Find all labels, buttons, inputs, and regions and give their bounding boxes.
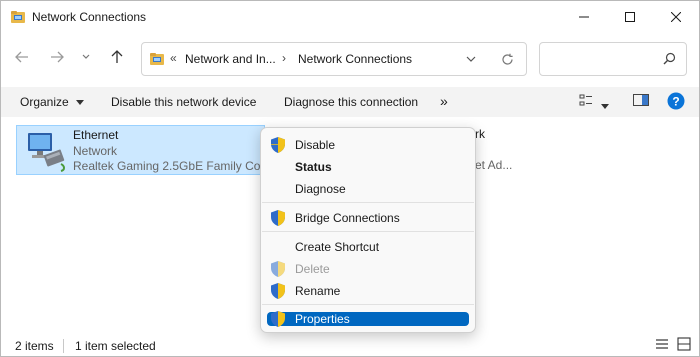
status-selection: 1 item selected bbox=[75, 339, 156, 353]
menu-item-label: Create Shortcut bbox=[295, 240, 380, 254]
menu-item-label: Delete bbox=[295, 262, 330, 276]
help-icon: ? bbox=[667, 92, 685, 110]
chevron-down-icon bbox=[82, 54, 90, 59]
close-icon bbox=[671, 12, 681, 22]
connection-device: Realtek Gaming 2.5GbE Family Co... bbox=[73, 159, 271, 173]
refresh-icon bbox=[501, 53, 513, 65]
forward-button[interactable] bbox=[45, 45, 69, 69]
menu-separator bbox=[262, 304, 474, 305]
address-dropdown-button[interactable] bbox=[462, 50, 480, 68]
breadcrumb-separator[interactable]: › bbox=[282, 51, 286, 65]
refresh-button[interactable] bbox=[498, 50, 516, 68]
minimize-icon bbox=[579, 16, 589, 18]
more-commands-button[interactable]: » bbox=[440, 93, 448, 109]
uac-shield-icon bbox=[271, 311, 285, 327]
help-button[interactable]: ? bbox=[667, 92, 685, 113]
connection-name: Ethernet bbox=[73, 128, 119, 142]
search-box[interactable] bbox=[539, 42, 687, 76]
breadcrumb-item[interactable]: Network and In... bbox=[185, 52, 276, 66]
menu-item-properties[interactable]: Properties bbox=[267, 311, 469, 327]
explorer-window: Network Connections « Network and In... … bbox=[0, 0, 700, 357]
menu-item-disable[interactable]: Disable bbox=[267, 135, 469, 155]
uac-shield-icon bbox=[271, 137, 285, 153]
network-folder-icon bbox=[11, 11, 25, 23]
preview-pane-button[interactable] bbox=[633, 93, 649, 110]
breadcrumb-overflow[interactable]: « bbox=[170, 51, 177, 65]
details-view-button[interactable] bbox=[655, 337, 669, 354]
details-view-icon bbox=[656, 339, 668, 349]
breadcrumb-item-current[interactable]: Network Connections bbox=[298, 52, 412, 66]
chevron-down-icon bbox=[466, 56, 476, 62]
menu-item-label: Diagnose bbox=[295, 182, 346, 196]
svg-text:?: ? bbox=[672, 95, 679, 109]
dropdown-arrow-icon bbox=[601, 104, 609, 109]
close-button[interactable] bbox=[653, 1, 699, 33]
maximize-icon bbox=[625, 12, 635, 22]
second-connection-name[interactable]: rk bbox=[475, 127, 485, 141]
menu-item-label: Properties bbox=[295, 312, 350, 326]
change-view-button[interactable] bbox=[579, 93, 593, 110]
status-item-count: 2 items bbox=[15, 339, 54, 353]
command-bar: Organize Disable this network device Dia… bbox=[1, 87, 699, 117]
menu-item-label: Bridge Connections bbox=[295, 211, 400, 225]
menu-item-diagnose[interactable]: Diagnose bbox=[267, 179, 469, 199]
menu-item-status[interactable]: Status bbox=[267, 157, 469, 177]
context-menu: Disable Status Diagnose Bridge Connectio… bbox=[260, 127, 476, 333]
diagnose-connection-button[interactable]: Diagnose this connection bbox=[284, 95, 418, 109]
search-input[interactable] bbox=[548, 49, 662, 69]
ethernet-connection-item[interactable]: Ethernet Network Realtek Gaming 2.5GbE F… bbox=[16, 125, 270, 175]
recent-locations-button[interactable] bbox=[77, 45, 95, 69]
back-arrow-icon bbox=[15, 51, 28, 63]
organize-button[interactable]: Organize bbox=[20, 95, 85, 109]
menu-item-create-shortcut[interactable]: Create Shortcut bbox=[267, 237, 469, 257]
uac-shield-icon bbox=[271, 283, 285, 299]
tiles-view-icon bbox=[677, 337, 691, 351]
uac-shield-icon bbox=[271, 210, 285, 226]
view-dropdown-button[interactable] bbox=[601, 98, 609, 112]
status-separator bbox=[63, 339, 64, 353]
dropdown-arrow-icon bbox=[76, 100, 85, 106]
tiles-view-button[interactable] bbox=[677, 337, 691, 354]
second-connection-device[interactable]: et Ad... bbox=[475, 158, 512, 172]
maximize-button[interactable] bbox=[607, 1, 653, 33]
menu-item-rename[interactable]: Rename bbox=[267, 281, 469, 301]
menu-separator bbox=[262, 202, 474, 203]
organize-label: Organize bbox=[20, 95, 69, 109]
network-adapter-icon bbox=[28, 133, 65, 172]
forward-arrow-icon bbox=[51, 51, 64, 63]
search-icon bbox=[663, 52, 676, 65]
menu-item-label: Status bbox=[295, 160, 332, 174]
up-button[interactable] bbox=[105, 45, 129, 69]
minimize-button[interactable] bbox=[561, 1, 607, 33]
title-bar[interactable]: Network Connections bbox=[1, 1, 699, 33]
menu-item-label: Rename bbox=[295, 284, 341, 298]
up-arrow-icon bbox=[111, 50, 123, 63]
address-bar[interactable]: « Network and In... › Network Connection… bbox=[141, 42, 527, 76]
connection-status: Network bbox=[73, 144, 118, 158]
menu-separator bbox=[262, 231, 474, 232]
back-button[interactable] bbox=[10, 45, 34, 69]
network-folder-icon bbox=[150, 53, 164, 65]
preview-pane-icon bbox=[633, 94, 649, 106]
uac-shield-icon bbox=[271, 261, 285, 277]
disable-device-button[interactable]: Disable this network device bbox=[111, 95, 256, 109]
window-title: Network Connections bbox=[32, 10, 147, 24]
menu-item-bridge-connections[interactable]: Bridge Connections bbox=[267, 208, 469, 228]
menu-item-delete: Delete bbox=[267, 259, 469, 279]
menu-item-label: Disable bbox=[295, 138, 336, 152]
view-options-icon bbox=[579, 94, 592, 106]
